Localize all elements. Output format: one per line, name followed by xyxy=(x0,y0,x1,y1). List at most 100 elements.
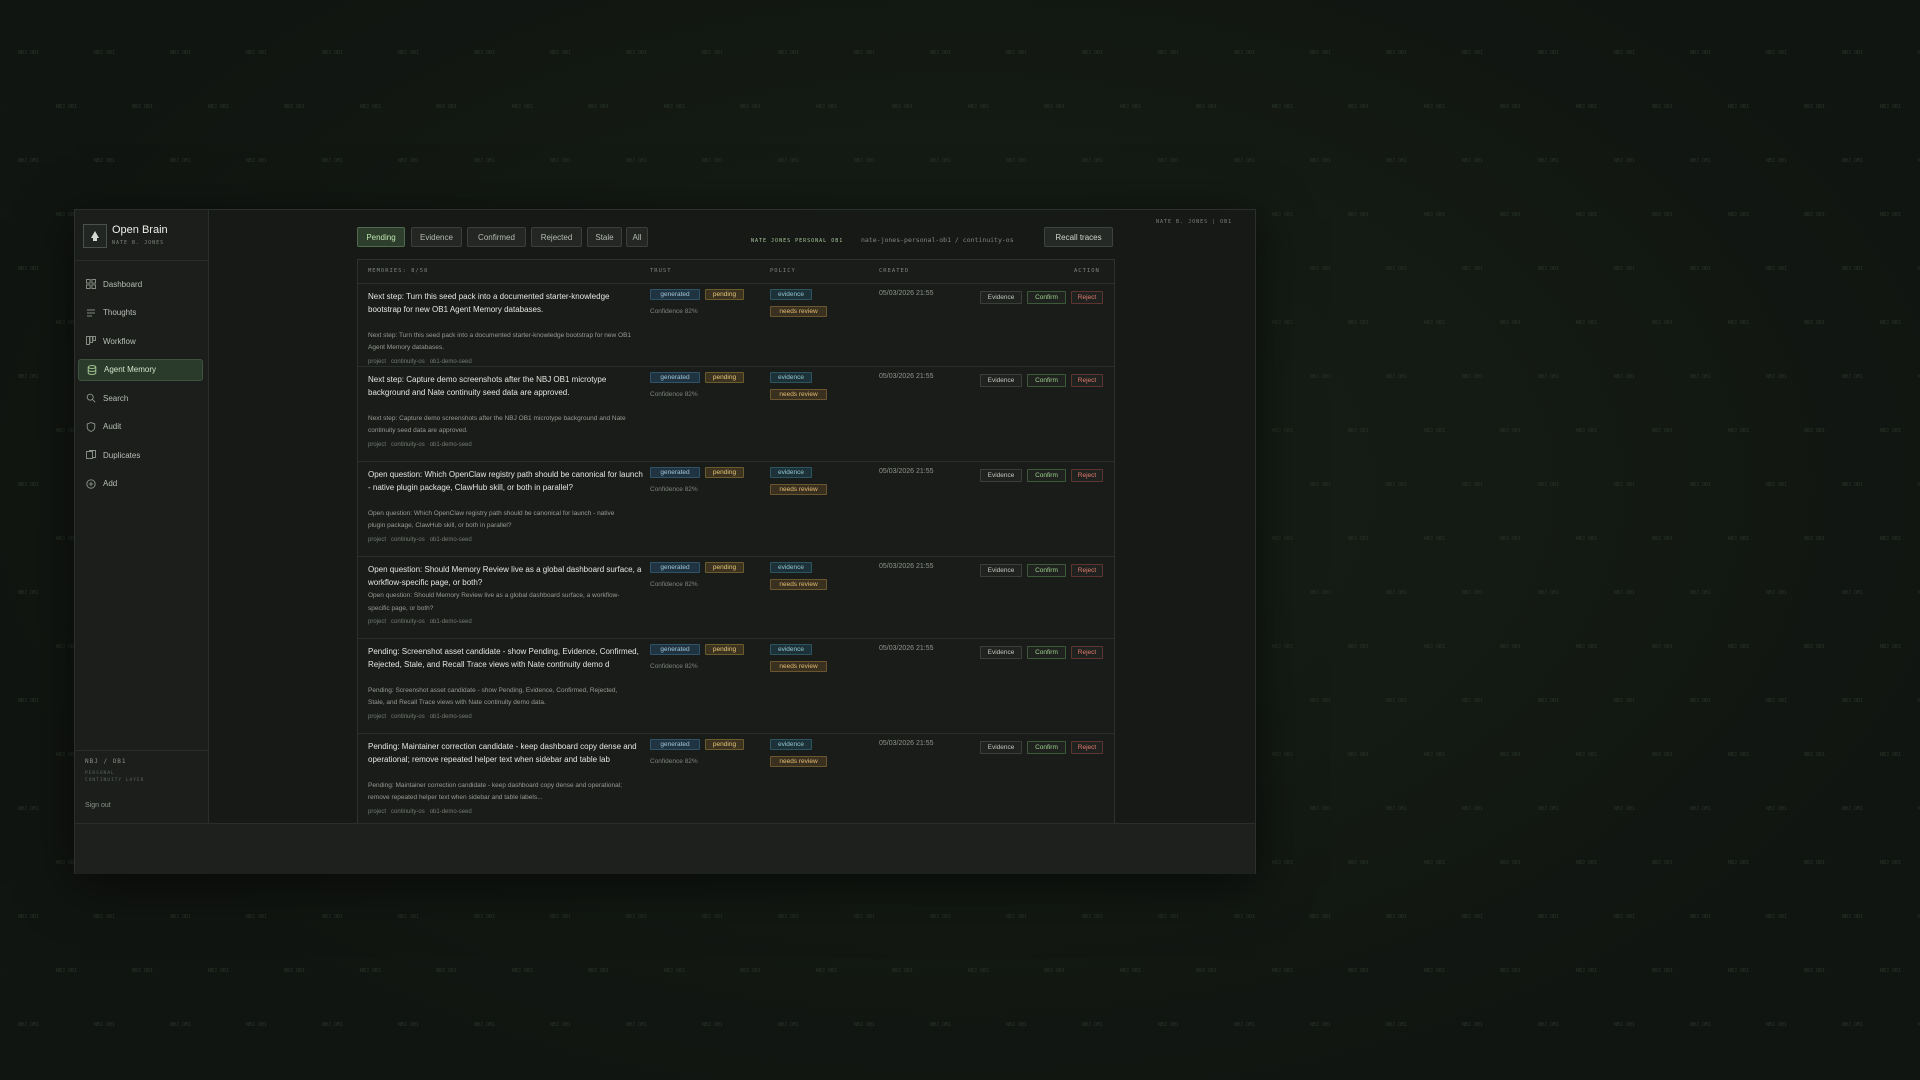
sidebar-item-workflow[interactable]: Workflow xyxy=(78,330,203,352)
evidence-button[interactable]: Evidence xyxy=(980,374,1022,387)
background-microtype: NBJ OB1 xyxy=(1842,50,1863,56)
tab-rejected[interactable]: Rejected xyxy=(531,227,582,247)
background-microtype: NBJ OB1 xyxy=(1728,968,1749,974)
background-microtype: NBJ OB1 xyxy=(1842,698,1863,704)
evidence-badge: evidence xyxy=(770,289,812,300)
background-microtype: NBJ OB1 xyxy=(1272,320,1293,326)
background-microtype: NBJ OB1 xyxy=(1614,914,1635,920)
tag: continuity-os xyxy=(391,441,425,448)
signout-link[interactable]: Sign out xyxy=(85,802,111,809)
evidence-button[interactable]: Evidence xyxy=(980,741,1022,754)
sidebar-item-label: Search xyxy=(103,393,129,403)
background-microtype: NBJ OB1 xyxy=(360,104,381,110)
background-microtype: NBJ OB1 xyxy=(246,914,267,920)
background-microtype: NBJ OB1 xyxy=(1500,212,1521,218)
background-microtype: NBJ OB1 xyxy=(1234,50,1255,56)
evidence-button[interactable]: Evidence xyxy=(980,469,1022,482)
tab-stale[interactable]: Stale xyxy=(587,227,622,247)
tab-confirmed[interactable]: Confirmed xyxy=(467,227,526,247)
background-microtype: NBJ OB1 xyxy=(626,50,647,56)
tab-evidence[interactable]: Evidence xyxy=(411,227,462,247)
sidebar-item-search[interactable]: Search xyxy=(78,387,203,409)
background-microtype: NBJ OB1 xyxy=(1652,104,1673,110)
background-microtype: NBJ OB1 xyxy=(1500,320,1521,326)
confirm-button[interactable]: Confirm xyxy=(1027,646,1066,659)
tab-all[interactable]: All xyxy=(626,227,648,247)
background-microtype: NBJ OB1 xyxy=(1576,752,1597,758)
needs-review-badge: needs review xyxy=(770,389,827,400)
background-microtype: NBJ OB1 xyxy=(56,104,77,110)
background-microtype: NBJ OB1 xyxy=(1462,1022,1483,1028)
background-microtype: NBJ OB1 xyxy=(94,158,115,164)
background-microtype: NBJ OB1 xyxy=(208,968,229,974)
table-header: MEMORIES: 8/58 TRUST POLICY CREATED ACTI… xyxy=(358,260,1114,284)
reject-button[interactable]: Reject xyxy=(1071,291,1103,304)
sidebar-item-audit[interactable]: Audit xyxy=(78,416,203,438)
background-microtype: NBJ OB1 xyxy=(1158,50,1179,56)
background-microtype: NBJ OB1 xyxy=(1652,968,1673,974)
confirm-button[interactable]: Confirm xyxy=(1027,469,1066,482)
background-microtype: NBJ OB1 xyxy=(930,914,951,920)
background-microtype: NBJ OB1 xyxy=(1652,752,1673,758)
reject-button[interactable]: Reject xyxy=(1071,741,1103,754)
background-microtype: NBJ OB1 xyxy=(1614,698,1635,704)
confirm-button[interactable]: Confirm xyxy=(1027,291,1066,304)
background-microtype: NBJ OB1 xyxy=(1082,158,1103,164)
reject-button[interactable]: Reject xyxy=(1071,469,1103,482)
reject-button[interactable]: Reject xyxy=(1071,374,1103,387)
background-microtype: NBJ OB1 xyxy=(1538,374,1559,380)
action-header: ACTION xyxy=(1074,268,1100,274)
background-microtype: NBJ OB1 xyxy=(398,1022,419,1028)
evidence-button[interactable]: Evidence xyxy=(980,564,1022,577)
sidebar-item-add[interactable]: Add xyxy=(78,473,203,495)
divider xyxy=(75,750,208,751)
memories-count-header: MEMORIES: 8/58 xyxy=(368,268,429,274)
sidebar-item-agent-memory[interactable]: Agent Memory xyxy=(78,358,203,381)
background-microtype: NBJ OB1 xyxy=(702,914,723,920)
recall-traces-button[interactable]: Recall traces xyxy=(1044,227,1113,247)
memory-description: Pending: Screenshot asset candidate - sh… xyxy=(368,686,618,707)
reject-button[interactable]: Reject xyxy=(1071,564,1103,577)
background-microtype: NBJ OB1 xyxy=(1576,968,1597,974)
background-microtype: NBJ OB1 xyxy=(1462,50,1483,56)
confirm-button[interactable]: Confirm xyxy=(1027,374,1066,387)
memory-title: Open question: Should Memory Review live… xyxy=(368,565,642,587)
background-microtype: NBJ OB1 xyxy=(1234,158,1255,164)
background-microtype: NBJ OB1 xyxy=(930,158,951,164)
confirm-button[interactable]: Confirm xyxy=(1027,741,1066,754)
background-microtype: NBJ OB1 xyxy=(1386,482,1407,488)
app-window: Open Brain NATE B. JONES Dashboard Thoug… xyxy=(74,209,1256,874)
background-microtype: NBJ OB1 xyxy=(1576,536,1597,542)
background-microtype: NBJ OB1 xyxy=(1310,482,1331,488)
evidence-button[interactable]: Evidence xyxy=(980,646,1022,659)
background-microtype: NBJ OB1 xyxy=(1842,914,1863,920)
confirm-button[interactable]: Confirm xyxy=(1027,564,1066,577)
reject-button[interactable]: Reject xyxy=(1071,646,1103,659)
background-microtype: NBJ OB1 xyxy=(1576,212,1597,218)
background-microtype: NBJ OB1 xyxy=(1538,50,1559,56)
tab-pending[interactable]: Pending xyxy=(357,227,405,247)
app-subtitle: NATE B. JONES xyxy=(112,240,165,246)
background-microtype: NBJ OB1 xyxy=(1766,50,1787,56)
background-microtype: NBJ OB1 xyxy=(588,104,609,110)
background-microtype: NBJ OB1 xyxy=(1576,644,1597,650)
background-microtype: NBJ OB1 xyxy=(626,158,647,164)
generated-badge: generated xyxy=(650,289,700,300)
sidebar-item-dashboard[interactable]: Dashboard xyxy=(78,273,203,295)
background-microtype: NBJ OB1 xyxy=(1424,320,1445,326)
needs-review-badge: needs review xyxy=(770,579,827,590)
background-microtype: NBJ OB1 xyxy=(18,914,39,920)
background-microtype: NBJ OB1 xyxy=(702,158,723,164)
confidence-value: Confidence 82% xyxy=(650,758,698,765)
app-title: Open Brain xyxy=(112,224,168,236)
background-microtype: NBJ OB1 xyxy=(968,104,989,110)
background-microtype: NBJ OB1 xyxy=(1576,320,1597,326)
sidebar-item-duplicates[interactable]: Duplicates xyxy=(78,444,203,466)
sidebar-item-label: Dashboard xyxy=(103,279,143,289)
background-microtype: NBJ OB1 xyxy=(854,914,875,920)
evidence-button[interactable]: Evidence xyxy=(980,291,1022,304)
tag: project xyxy=(368,358,387,365)
sidebar-item-thoughts[interactable]: Thoughts xyxy=(78,302,203,324)
background-microtype: NBJ OB1 xyxy=(1462,482,1483,488)
background-microtype: NBJ OB1 xyxy=(1842,482,1863,488)
